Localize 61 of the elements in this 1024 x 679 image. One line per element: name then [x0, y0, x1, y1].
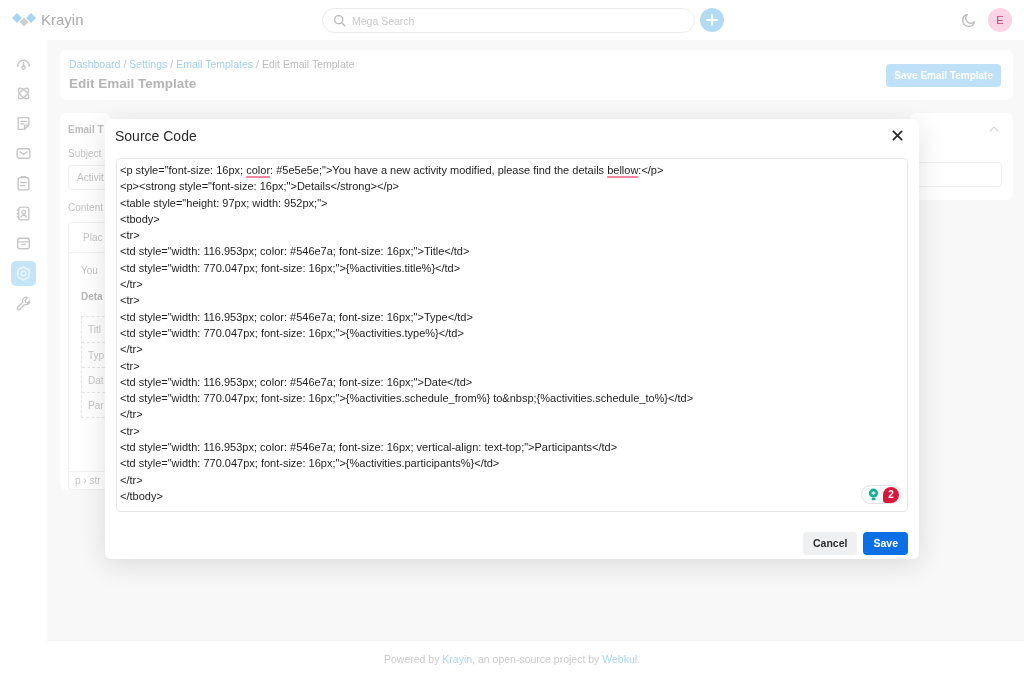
- cancel-button[interactable]: Cancel: [803, 532, 858, 555]
- code-line: <td style="width: 116.953px; color: #546e7a; font-size: 16px;">Title</td>: [120, 244, 470, 260]
- moon-icon[interactable]: [961, 12, 977, 28]
- plus-icon: [706, 14, 718, 26]
- code-line: <tbody>: [120, 211, 160, 227]
- lightbulb-icon: [868, 488, 879, 501]
- code-line: <tr>: [120, 423, 140, 439]
- clipboard-icon: [15, 175, 32, 192]
- code-line: <tr>: [120, 358, 140, 374]
- writing-assistant-button[interactable]: 2: [861, 485, 902, 504]
- code-line: <tr>: [120, 228, 140, 244]
- breadcrumb-separator: /: [256, 57, 259, 71]
- code-line: <td style="width: 770.047px; font-size: 16px;">{%activities.participants%}</td>: [120, 456, 500, 472]
- editor-heading: Deta: [81, 290, 104, 304]
- code-line: <td style="width: 770.047px; font-size: 16px;">{%activities.type%}</td>: [120, 325, 464, 341]
- code-line: </tr>: [120, 407, 143, 423]
- code-line: <table style="height: 97px; width: 952px;">: [120, 195, 328, 211]
- breadcrumb-separator: /: [123, 57, 127, 71]
- sidebar-item[interactable]: [11, 261, 36, 286]
- breadcrumb-separator: /: [170, 57, 174, 71]
- code-line: </tr>: [120, 472, 143, 488]
- avatar[interactable]: E: [988, 8, 1012, 32]
- add-button[interactable]: [700, 8, 724, 32]
- breadcrumb-link[interactable]: Dashboard: [69, 57, 121, 71]
- section-title: Email T: [68, 123, 105, 137]
- source-code-field[interactable]: [116, 158, 908, 512]
- code-line: </tr>: [120, 342, 143, 358]
- logo-icon: [12, 12, 36, 28]
- code-line: <td style="width: 770.047px; font-size: 16px;">{%activities.schedule_from%} to&nbsp;{%activities.schedule_to%}</td>: [120, 391, 694, 407]
- field-label: Subject: [68, 147, 103, 160]
- code-line: </tbody>: [120, 488, 163, 504]
- field-label: Content: [68, 201, 105, 215]
- brand-name: Krayin: [41, 11, 84, 29]
- contact-icon: [15, 205, 32, 222]
- mail-icon: [15, 145, 32, 162]
- dialog-title: Source Code: [115, 126, 197, 145]
- breadcrumb-link[interactable]: Email Templates: [176, 57, 253, 71]
- settings-icon: [15, 265, 32, 282]
- code-line: <p style="font-size: 16px; color: #5e5e5e;">You have a new activity modified, please find the details bellow:</p>: [120, 163, 664, 178]
- code-line: </tr>: [120, 277, 143, 293]
- code-line: <td style="width: 770.047px; font-size: 16px;">{%activities.title%}</td>: [120, 260, 461, 276]
- code-line: <p><strong style="font-size: 16px;">Details</strong></p>: [120, 179, 399, 195]
- note-icon: [15, 115, 32, 132]
- code-line: <td style="width: 116.953px; color: #546e7a; font-size: 16px; vertical-align: text-top;">Participants</td>: [120, 440, 618, 456]
- page-title: Edit Email Template: [69, 75, 198, 93]
- search-icon: [333, 13, 346, 27]
- issue-count: 2: [883, 486, 899, 503]
- breadcrumb-link[interactable]: Settings: [129, 57, 168, 71]
- wrench-icon: [15, 295, 32, 312]
- save-button[interactable]: Save: [863, 532, 908, 555]
- editor-paragraph: You: [81, 264, 99, 278]
- toolbar-dropdown[interactable]: Plac: [83, 230, 103, 245]
- code-line: <td style="width: 116.953px; color: #546e7a; font-size: 16px;">Date</td>: [120, 374, 473, 390]
- code-line: <tr>: [120, 293, 140, 309]
- code-line: <td style="width: 116.953px; color: #546e7a; font-size: 16px;">Type</td>: [120, 309, 473, 325]
- close-icon: [891, 130, 903, 141]
- close-button[interactable]: [889, 127, 905, 144]
- atom-icon: [15, 85, 32, 102]
- archive-icon: [15, 235, 32, 252]
- breadcrumb-current: Edit Email Template: [261, 57, 355, 71]
- save-template-button[interactable]: Save Email Template: [886, 63, 1001, 87]
